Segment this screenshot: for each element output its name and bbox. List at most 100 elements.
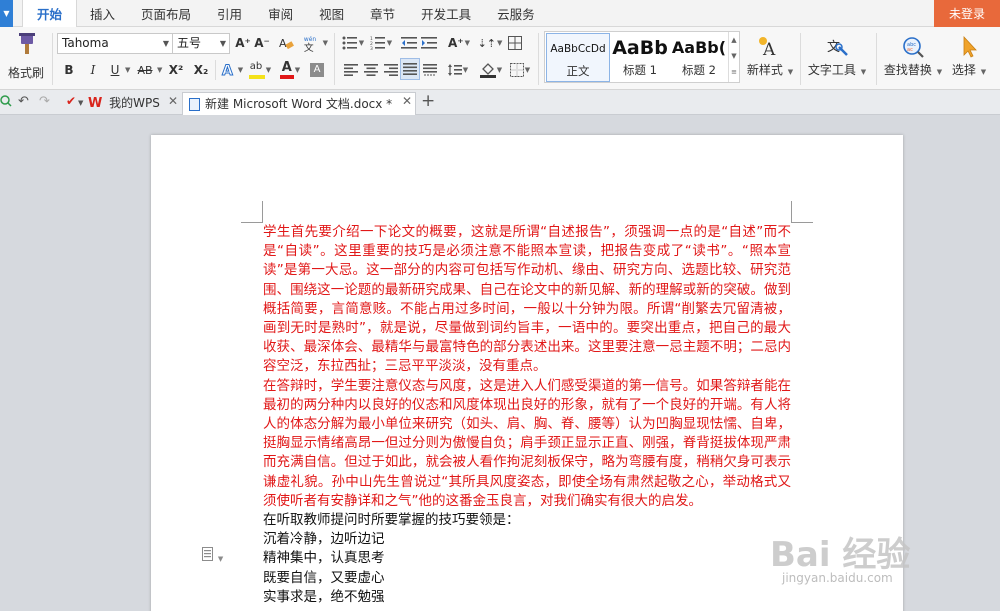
chevron-down-icon: ▼ <box>157 66 163 74</box>
chevron-down-icon: ▼ <box>980 68 987 76</box>
paragraph[interactable]: 在答辩时，学生要注意仪态与风度，这是进入人们感受渠道的第一信号。如果答辩者能在最… <box>263 377 791 511</box>
decrease-indent-button[interactable] <box>400 33 418 53</box>
phonetic-guide-button[interactable]: wén 文 ▼ <box>300 33 328 53</box>
document-body[interactable]: 学生首先要介绍一下论文的概要，这就是所谓“自述报告”，须强调一点的是“自述”而不… <box>263 223 791 607</box>
text-effect-icon: A <box>221 63 233 79</box>
underline-button[interactable]: U <box>107 60 123 80</box>
line-spacing-icon <box>447 64 462 76</box>
phonetic-icon: wén 文 <box>304 36 316 52</box>
paragraph[interactable]: 沉着冷静，边听边记 <box>263 530 791 549</box>
ribbon: 格式刷 Tahoma ▼ 五号 ▼ A⁺ A⁻ A wén 文 ▼ B I U … <box>0 27 1000 90</box>
style-heading-1[interactable]: AaBb 标题 1 <box>611 33 669 82</box>
paragraph[interactable]: 在听取教师提问时所要掌握的技巧要领是： <box>263 511 791 530</box>
chevron-down-icon: ▼ <box>497 39 503 47</box>
tab-review[interactable]: 审阅 <box>255 0 306 27</box>
bullet-list-button[interactable]: ▼ <box>340 33 366 53</box>
tab-developer[interactable]: 开发工具 <box>408 0 484 27</box>
italic-button[interactable]: I <box>84 60 102 80</box>
tab-cloud[interactable]: 云服务 <box>484 0 548 27</box>
table-button[interactable] <box>506 33 524 53</box>
chevron-down-icon: ▼ <box>322 39 328 47</box>
font-size-value: 五号 <box>177 36 202 50</box>
chevron-up-icon[interactable]: ▲ <box>729 32 739 48</box>
font-color-button[interactable]: A ▼ <box>277 60 303 80</box>
font-enlarge-button[interactable]: A⁺ ▼ <box>444 33 474 53</box>
styles-scroll[interactable]: ▲ ▼ ≡ <box>728 32 739 82</box>
paragraph[interactable]: 既要自信，又要虚心 <box>263 569 791 588</box>
close-icon[interactable]: ✕ <box>402 94 412 108</box>
font-name-select[interactable]: Tahoma ▼ <box>57 33 173 54</box>
wrench-icon: 文 <box>806 31 868 61</box>
tab-document[interactable]: 新建 Microsoft Word 文档.docx * <box>182 92 416 115</box>
distribute-button[interactable] <box>421 60 439 80</box>
add-tab-icon[interactable]: + <box>421 91 435 111</box>
increase-indent-button[interactable] <box>420 33 438 53</box>
tab-my-wps[interactable]: W 我的WPS <box>88 92 180 115</box>
chevron-down-icon[interactable]: ▼ <box>78 99 83 107</box>
login-button[interactable]: 未登录 <box>934 0 1000 27</box>
find-replace-button[interactable]: abc ac 查找替换 ▼ <box>882 31 944 85</box>
paragraph[interactable]: 实事求是，绝不勉强 <box>263 588 791 607</box>
numbered-list-button[interactable]: 1 2 3 ▼ <box>368 33 394 53</box>
paragraph-layout-icon[interactable]: ▼ <box>202 547 223 564</box>
font-color-glyph: A <box>281 60 292 75</box>
grow-font-button[interactable]: A⁺ <box>234 33 252 53</box>
redo-icon[interactable]: ↷ <box>39 94 50 109</box>
bold-button[interactable]: B <box>60 60 78 80</box>
align-left-button[interactable] <box>342 60 360 80</box>
paragraph[interactable]: 学生首先要介绍一下论文的概要，这就是所谓“自述报告”，须强调一点的是“自述”而不… <box>263 223 791 377</box>
text-effect-button[interactable]: A ▼ <box>220 60 244 80</box>
tab-view[interactable]: 视图 <box>306 0 357 27</box>
font-size-select[interactable]: 五号 ▼ <box>172 33 230 54</box>
select-button[interactable]: 选择 ▼ <box>948 31 990 85</box>
font-color-icon: A <box>279 60 294 79</box>
new-style-button[interactable]: A 新样式 ▼ <box>744 31 796 85</box>
expand-icon[interactable]: ≡ <box>729 64 739 80</box>
justify-button[interactable] <box>400 58 420 80</box>
close-icon[interactable]: ✕ <box>168 94 178 108</box>
sort-button[interactable]: ⇣⇡ ▼ <box>478 33 503 53</box>
text-tools-button[interactable]: 文 文字工具 ▼ <box>806 31 868 85</box>
style-heading-2[interactable]: AaBb( 标题 2 <box>670 33 728 82</box>
tab-page-layout[interactable]: 页面布局 <box>128 0 204 27</box>
tab-sections[interactable]: 章节 <box>357 0 408 27</box>
superscript-button[interactable]: X² <box>165 60 187 80</box>
chevron-down-icon: ▼ <box>162 39 169 48</box>
highlight-glyph: ab <box>249 61 263 72</box>
menu-bar: ▼ 开始 插入 页面布局 引用 审阅 视图 章节 开发工具 云服务 未登录 <box>0 0 1000 28</box>
char-shading-button[interactable]: A <box>307 60 327 80</box>
app-menu-button[interactable]: ▼ <box>0 0 13 27</box>
align-left-icon <box>344 64 358 76</box>
bullet-list-icon <box>342 36 357 50</box>
style-normal[interactable]: AaBbCcDd 正文 <box>546 33 610 82</box>
styles-gallery: AaBbCcDd 正文 AaBb 标题 1 AaBb( 标题 2 ▲ ▼ ≡ <box>544 31 740 83</box>
margin-corner-mark <box>791 201 813 223</box>
line-spacing-button[interactable]: ▼ <box>445 60 471 80</box>
tab-home[interactable]: 开始 <box>22 0 78 28</box>
clear-format-button[interactable]: A <box>276 33 296 53</box>
align-center-button[interactable] <box>362 60 380 80</box>
align-distribute-icon <box>423 64 437 76</box>
chevron-down-icon[interactable]: ▼ <box>729 48 739 64</box>
quick-access-icon[interactable]: ✔ <box>66 94 76 108</box>
align-right-button[interactable] <box>382 60 400 80</box>
strikethrough-button[interactable]: AB <box>134 60 156 80</box>
paragraph[interactable]: 精神集中，认真思考 <box>263 549 791 568</box>
highlight-button[interactable]: ab ▼ <box>246 60 274 80</box>
shrink-font-button[interactable]: A⁻ <box>253 33 271 53</box>
print-preview-icon[interactable] <box>0 94 12 112</box>
tab-references[interactable]: 引用 <box>204 0 255 27</box>
format-painter-button[interactable]: 格式刷 <box>6 31 46 85</box>
chevron-down-icon: ▼ <box>237 66 244 74</box>
svg-text:ac: ac <box>907 47 913 53</box>
document-tab-strip: ↶ ↷ ✔ ▼ W 我的WPS 新建 Microsoft Word 文档.doc… <box>0 90 1000 115</box>
chevron-down-icon: ▼ <box>386 39 393 47</box>
undo-icon[interactable]: ↶ <box>18 94 29 109</box>
subscript-button[interactable]: X₂ <box>190 60 212 80</box>
chevron-down-icon: ▼ <box>219 39 226 48</box>
paint-bucket-icon <box>479 63 496 78</box>
text-size-icon: A⁺ <box>447 36 464 50</box>
shading-fill-button[interactable]: ▼ <box>477 60 505 80</box>
borders-button[interactable]: ▼ <box>507 60 533 80</box>
tab-insert[interactable]: 插入 <box>77 0 128 27</box>
